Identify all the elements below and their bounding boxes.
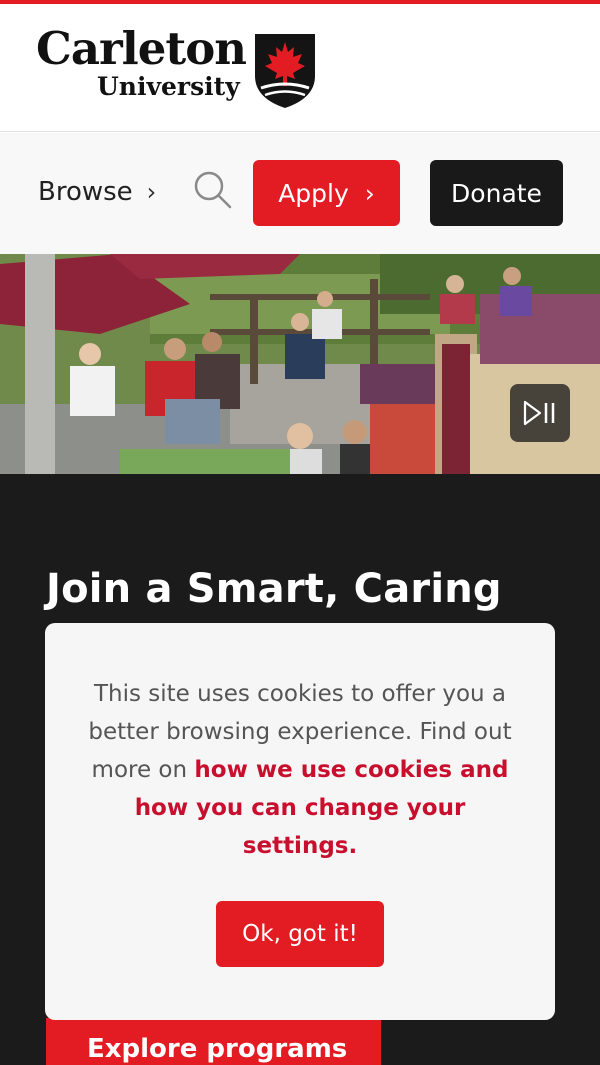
cookie-banner: This site uses cookies to offer you a be… xyxy=(45,623,555,1020)
apply-label: Apply xyxy=(278,178,349,208)
play-pause-icon xyxy=(523,400,555,426)
page-headline: Join a Smart, Caring xyxy=(46,566,502,612)
cookie-message: This site uses cookies to offer you a be… xyxy=(85,675,515,865)
chevron-right-icon: › xyxy=(364,178,375,208)
browse-label: Browse xyxy=(38,177,133,207)
chevron-right-icon: › xyxy=(146,178,157,206)
apply-button[interactable]: Apply › xyxy=(253,160,400,226)
browse-menu-button[interactable]: Browse › xyxy=(38,177,156,207)
carleton-logo[interactable]: Carleton University xyxy=(36,22,247,101)
logo-wordmark-bottom: University xyxy=(97,72,240,101)
crest-icon xyxy=(255,34,315,108)
cookie-policy-link[interactable]: how we use cookies and how you can chang… xyxy=(135,757,509,859)
hero-video xyxy=(0,254,600,474)
search-icon xyxy=(194,171,232,209)
explore-programs-button[interactable]: Explore programs xyxy=(46,1018,381,1065)
search-button[interactable] xyxy=(190,167,238,215)
donate-label: Donate xyxy=(451,178,542,208)
logo-wordmark-top: Carleton xyxy=(36,22,247,75)
accept-cookies-button[interactable]: Ok, got it! xyxy=(216,901,384,967)
donate-button[interactable]: Donate xyxy=(430,160,563,226)
play-pause-button[interactable] xyxy=(510,384,570,442)
main-nav: Browse › Apply › Donate xyxy=(0,133,600,254)
site-header: Carleton University xyxy=(0,4,600,132)
hero-image xyxy=(0,254,600,474)
